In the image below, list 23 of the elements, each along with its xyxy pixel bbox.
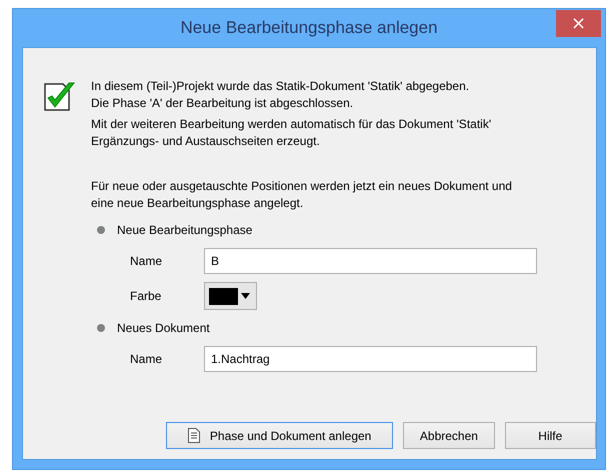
message-text: Die Phase 'A' der Bearbeitung ist abgeschlossen. [91,95,354,112]
message-text: Mit der weiteren Bearbeitung werden automatisch für das Dokument 'Statik' [91,116,492,133]
bullet-icon [97,226,105,234]
field-label: Name [130,352,164,366]
dialog-button[interactable]: Phase und Dokument anlegen [166,422,394,449]
color-picker[interactable] [204,282,257,310]
window-title: Neue Bearbeitungsphase anlegen [180,18,438,38]
section-title: Neues Dokument [117,321,210,335]
dialog-button[interactable]: Hilfe [504,422,596,449]
checked-document-icon [43,80,77,114]
bullet-icon [97,324,105,332]
info-text: eine neue Bearbeitungsphase angelegt. [91,195,304,212]
close-button[interactable]: × [556,10,601,37]
name-field[interactable]: B [204,248,537,274]
info-text: Für neue oder ausgetauschte Positionen werden jetzt ein neues Dokument und [91,178,513,195]
dialog-button[interactable]: Abbrechen [403,422,495,449]
message-text: In diesem (Teil-)Projekt wurde das Statik-Dokument 'Statik' abgegeben. [91,78,470,95]
dropdown-arrow-icon [241,293,250,299]
message-text: Ergänzungs- und Austauschseiten erzeugt. [91,133,321,150]
section-title: Neue Bearbeitungsphase [117,223,252,237]
field-label: Farbe [130,289,162,303]
name-field[interactable]: 1.Nachtrag [204,346,537,372]
field-label: Name [130,254,164,268]
